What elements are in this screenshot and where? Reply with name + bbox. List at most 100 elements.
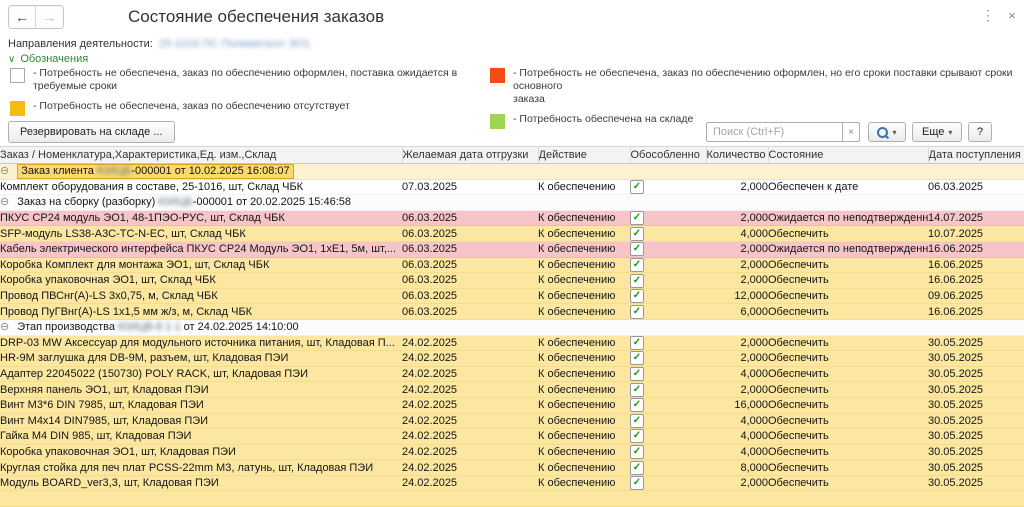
cell-action[interactable]: К обеспечению bbox=[538, 429, 630, 445]
cell-nomenclature[interactable]: Провод ПуГВнг(А)-LS 1х1,5 мм ж/з, м, Скл… bbox=[0, 304, 402, 320]
more-actions-button[interactable]: Еще ▾ bbox=[912, 122, 962, 142]
separate-checkbox[interactable]: ✓ bbox=[630, 445, 644, 459]
cell-separate[interactable]: ✓ bbox=[630, 413, 706, 429]
cell-due-date[interactable]: 30.05.2025 bbox=[928, 475, 1024, 491]
cell-separate[interactable]: ✓ bbox=[630, 241, 706, 257]
separate-checkbox[interactable]: ✓ bbox=[630, 351, 644, 365]
column-header-2[interactable]: Желаемая дата отгрузки bbox=[402, 147, 538, 164]
cell-quantity[interactable]: 2,000 bbox=[706, 241, 768, 257]
cell-separate[interactable]: ✓ bbox=[630, 397, 706, 413]
cell-action[interactable]: К обеспечению bbox=[538, 397, 630, 413]
cell-due-date[interactable]: 30.05.2025 bbox=[928, 429, 1024, 445]
column-header-1[interactable]: Заказ / Номенклатура,Характеристика,Ед. … bbox=[0, 147, 402, 164]
nav-back-button[interactable]: ← bbox=[9, 6, 36, 28]
cell-state[interactable]: Обеспечить bbox=[768, 382, 928, 398]
cell-quantity[interactable]: 4,000 bbox=[706, 366, 768, 382]
cell-due-date[interactable]: 30.05.2025 bbox=[928, 460, 1024, 476]
cell-nomenclature[interactable]: Коробка упаковочная ЭО1, шт, Склад ЧБК bbox=[0, 273, 402, 289]
cell-quantity[interactable]: 4,000 bbox=[706, 429, 768, 445]
cell-due-date[interactable]: 06.03.2025 bbox=[928, 179, 1024, 195]
cell-separate[interactable]: ✓ bbox=[630, 444, 706, 460]
collapse-expander-icon[interactable]: ⊖ bbox=[0, 321, 9, 333]
cell-group-title[interactable]: ⊖Заказ на сборку (разборку) ЮИЦБ-000001 … bbox=[0, 195, 1024, 211]
cell-nomenclature[interactable]: Гайка М4 DIN 985, шт, Кладовая ПЭИ bbox=[0, 429, 402, 445]
cell-quantity[interactable]: 2,000 bbox=[706, 257, 768, 273]
cell-separate[interactable]: ✓ bbox=[630, 475, 706, 491]
cell-quantity[interactable]: 2,000 bbox=[706, 335, 768, 351]
cell-state[interactable]: Обеспечить bbox=[768, 288, 928, 304]
cell-separate[interactable]: ✓ bbox=[630, 288, 706, 304]
cell-clipped[interactable] bbox=[768, 491, 928, 507]
cell-clipped[interactable] bbox=[928, 491, 1024, 507]
cell-action[interactable]: К обеспечению bbox=[538, 413, 630, 429]
search-button[interactable]: ▾ bbox=[868, 122, 906, 142]
item-row[interactable]: Гайка М4 DIN 985, шт, Кладовая ПЭИ24.02.… bbox=[0, 429, 1024, 445]
cell-ship-date[interactable]: 24.02.2025 bbox=[402, 382, 538, 398]
separate-checkbox[interactable]: ✓ bbox=[630, 429, 644, 443]
separate-checkbox[interactable]: ✓ bbox=[630, 289, 644, 303]
separate-checkbox[interactable]: ✓ bbox=[630, 258, 644, 272]
cell-ship-date[interactable]: 24.02.2025 bbox=[402, 413, 538, 429]
cell-action[interactable]: К обеспечению bbox=[538, 273, 630, 289]
cell-clipped[interactable] bbox=[630, 491, 706, 507]
column-header-4[interactable]: Обособленно bbox=[630, 147, 706, 164]
cell-state[interactable]: Обеспечить bbox=[768, 460, 928, 476]
cell-due-date[interactable]: 14.07.2025 bbox=[928, 210, 1024, 226]
cell-action[interactable]: К обеспечению bbox=[538, 241, 630, 257]
cell-clipped[interactable] bbox=[706, 491, 768, 507]
nav-forward-button[interactable]: → bbox=[36, 6, 63, 28]
cell-state[interactable]: Обеспечить bbox=[768, 444, 928, 460]
cell-action[interactable]: К обеспечению bbox=[538, 382, 630, 398]
cell-state[interactable]: Обеспечить bbox=[768, 257, 928, 273]
cell-nomenclature[interactable]: Верхняя панель ЭО1, шт, Кладовая ПЭИ bbox=[0, 382, 402, 398]
cell-ship-date[interactable]: 06.03.2025 bbox=[402, 241, 538, 257]
cell-due-date[interactable]: 16.06.2025 bbox=[928, 273, 1024, 289]
separate-checkbox[interactable]: ✓ bbox=[630, 180, 644, 194]
cell-action[interactable]: К обеспечению bbox=[538, 366, 630, 382]
item-row[interactable]: Провод ПВСнг(А)-LS 3х0,75, м, Склад ЧБК0… bbox=[0, 288, 1024, 304]
item-row[interactable]: Винт М3*6 DIN 7985, шт, Кладовая ПЭИ24.0… bbox=[0, 397, 1024, 413]
cell-action[interactable]: К обеспечению bbox=[538, 351, 630, 367]
cell-ship-date[interactable]: 07.03.2025 bbox=[402, 179, 538, 195]
separate-checkbox[interactable]: ✓ bbox=[630, 242, 644, 256]
cell-ship-date[interactable]: 06.03.2025 bbox=[402, 273, 538, 289]
separate-checkbox[interactable]: ✓ bbox=[630, 227, 644, 241]
cell-state[interactable]: Обеспечен к дате bbox=[768, 179, 928, 195]
cell-separate[interactable]: ✓ bbox=[630, 179, 706, 195]
collapse-expander-icon[interactable]: ⊖ bbox=[0, 165, 9, 177]
cell-nomenclature[interactable]: DRP-03 MW Аксессуар для модульного источ… bbox=[0, 335, 402, 351]
cell-group-title[interactable]: ⊖Заказ клиента ЮИЦБ-000001 от 10.02.2025… bbox=[0, 164, 1024, 180]
cell-quantity[interactable]: 2,000 bbox=[706, 351, 768, 367]
separate-checkbox[interactable]: ✓ bbox=[630, 398, 644, 412]
cell-due-date[interactable]: 30.05.2025 bbox=[928, 444, 1024, 460]
cell-due-date[interactable]: 16.06.2025 bbox=[928, 304, 1024, 320]
cell-due-date[interactable]: 16.06.2025 bbox=[928, 257, 1024, 273]
cell-due-date[interactable]: 30.05.2025 bbox=[928, 351, 1024, 367]
group-row[interactable]: ⊖Этап производства ЮИЦВ-8 1 1 от 24.02.2… bbox=[0, 319, 1024, 335]
item-row[interactable]: Адаптер 22045022 (150730) POLY RACK, шт,… bbox=[0, 366, 1024, 382]
item-row[interactable]: DRP-03 MW Аксессуар для модульного источ… bbox=[0, 335, 1024, 351]
cell-state[interactable]: Обеспечить bbox=[768, 413, 928, 429]
cell-state[interactable]: Обеспечить bbox=[768, 304, 928, 320]
column-header-3[interactable]: Действие bbox=[538, 147, 630, 164]
cell-separate[interactable]: ✓ bbox=[630, 460, 706, 476]
cell-state[interactable]: Обеспечить bbox=[768, 335, 928, 351]
cell-separate[interactable]: ✓ bbox=[630, 382, 706, 398]
cell-separate[interactable]: ✓ bbox=[630, 273, 706, 289]
item-row[interactable]: Коробка упаковочная ЭО1, шт, Кладовая ПЭ… bbox=[0, 444, 1024, 460]
cell-ship-date[interactable]: 24.02.2025 bbox=[402, 475, 538, 491]
column-header-6[interactable]: Состояние bbox=[768, 147, 928, 164]
cell-ship-date[interactable]: 06.03.2025 bbox=[402, 304, 538, 320]
separate-checkbox[interactable]: ✓ bbox=[630, 383, 644, 397]
cell-ship-date[interactable]: 24.02.2025 bbox=[402, 429, 538, 445]
item-row[interactable]: Комплект оборудования в составе, 25-1016… bbox=[0, 179, 1024, 195]
cell-due-date[interactable]: 30.05.2025 bbox=[928, 413, 1024, 429]
cell-separate[interactable]: ✓ bbox=[630, 210, 706, 226]
cell-clipped[interactable] bbox=[0, 491, 402, 507]
cell-quantity[interactable]: 2,000 bbox=[706, 210, 768, 226]
cell-nomenclature[interactable]: Адаптер 22045022 (150730) POLY RACK, шт,… bbox=[0, 366, 402, 382]
cell-action[interactable]: К обеспечению bbox=[538, 226, 630, 242]
separate-checkbox[interactable]: ✓ bbox=[630, 211, 644, 225]
cell-quantity[interactable]: 12,000 bbox=[706, 288, 768, 304]
separate-checkbox[interactable]: ✓ bbox=[630, 274, 644, 288]
